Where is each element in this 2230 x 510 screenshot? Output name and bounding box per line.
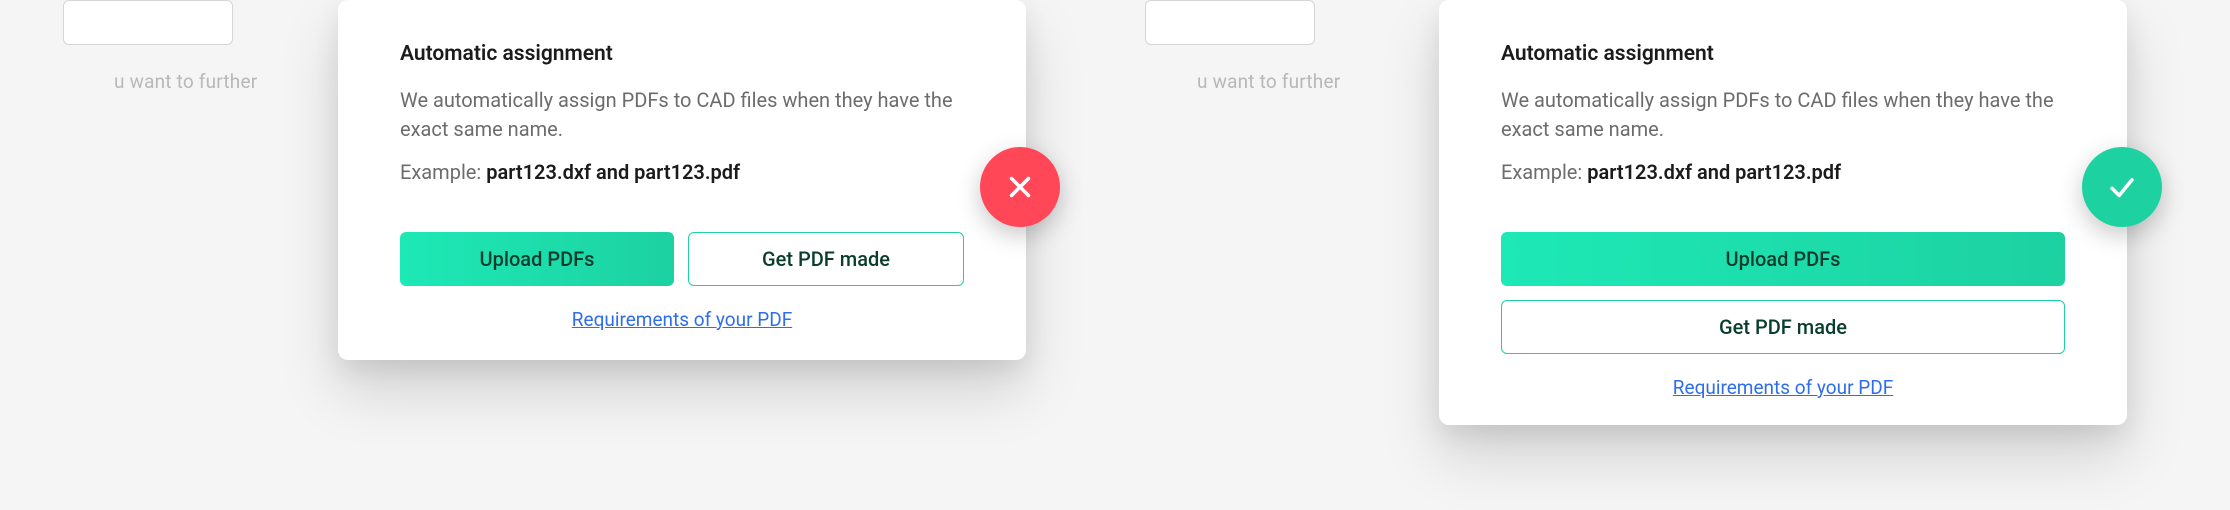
example-bold: part123.dxf and part123.pdf [486, 160, 740, 184]
example-bold: part123.dxf and part123.pdf [1587, 160, 1841, 184]
get-pdf-made-button[interactable]: Get PDF made [688, 232, 964, 286]
requirements-link[interactable]: Requirements of your PDF [572, 308, 792, 331]
checkmark-icon [2105, 170, 2139, 204]
upload-pdfs-button[interactable]: Upload PDFs [1501, 232, 2065, 286]
confirm-fab-button[interactable] [2082, 147, 2162, 227]
example-prefix: Example: [1501, 160, 1587, 184]
background-text-right: u want to further [1197, 70, 1340, 93]
card-example: Example: part123.dxf and part123.pdf [400, 160, 964, 184]
close-fab-button[interactable] [980, 147, 1060, 227]
get-pdf-made-button[interactable]: Get PDF made [1501, 300, 2065, 354]
close-icon [1003, 170, 1037, 204]
upload-pdfs-button[interactable]: Upload PDFs [400, 232, 674, 286]
auto-assignment-card: Automatic assignment We automatically as… [1439, 0, 2127, 425]
requirements-link[interactable]: Requirements of your PDF [1673, 376, 1893, 399]
card-title: Automatic assignment [1501, 42, 2065, 66]
background-text-left: u want to further [114, 70, 257, 93]
auto-assignment-card: Automatic assignment We automatically as… [338, 0, 1026, 360]
button-column: Upload PDFs Get PDF made [1501, 232, 2065, 354]
button-row: Upload PDFs Get PDF made [400, 232, 964, 286]
card-description: We automatically assign PDFs to CAD file… [400, 86, 964, 144]
example-prefix: Example: [400, 160, 486, 184]
background-input-box [63, 0, 233, 45]
card-title: Automatic assignment [400, 42, 964, 66]
card-description: We automatically assign PDFs to CAD file… [1501, 86, 2065, 144]
background-input-box [1145, 0, 1315, 45]
card-example: Example: part123.dxf and part123.pdf [1501, 160, 2065, 184]
